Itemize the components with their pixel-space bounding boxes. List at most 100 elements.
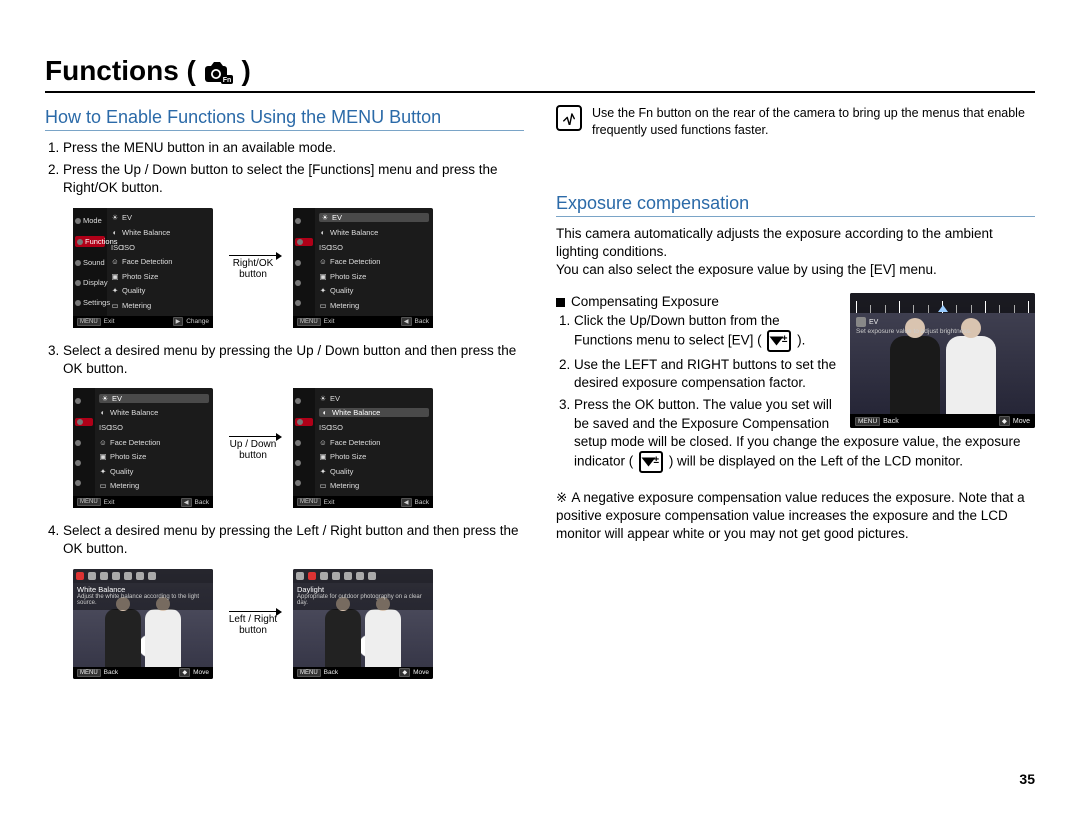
svg-text:Fn: Fn (222, 77, 231, 84)
menu-left-item: Display (75, 278, 105, 287)
menu-right-label: White Balance (332, 408, 380, 417)
menu-right-label: ISO (122, 243, 135, 252)
menu-right-item: ▣Photo Size (111, 272, 209, 281)
menu-dot-icon (295, 398, 301, 404)
arrow-icon (229, 255, 277, 256)
menu-right-label: EV (122, 213, 132, 222)
fn-note-box: Use the Fn button on the rear of the cam… (556, 105, 1035, 139)
step-1: Press the MENU button in an available mo… (63, 139, 524, 157)
left-instruction-list: Press the MENU button in an available mo… (45, 139, 524, 198)
menu-right-glyph-icon: ☺ (99, 438, 107, 447)
menu-right-label: Photo Size (110, 452, 146, 461)
menu-right-item: ◐White Balance (319, 228, 429, 237)
menu-left-item (75, 418, 93, 426)
menu-right-label: Metering (122, 301, 151, 310)
ev-step-1a: Click the Up/Down button from the Functi… (574, 313, 780, 348)
menu-dot-icon (297, 419, 303, 425)
camera-screen-a: ModeFunctionsSoundDisplaySettings ☀EV◐Wh… (73, 208, 213, 328)
menu-right-glyph-icon: ISO (319, 423, 327, 432)
menu-right-label: Face Detection (122, 257, 172, 266)
menu-dot-icon (75, 280, 81, 286)
foot-move-e: Move (413, 669, 429, 676)
menu-right-glyph-icon: ✦ (99, 467, 107, 476)
menu-dot-icon (75, 300, 81, 306)
left-column: How to Enable Functions Using the MENU B… (45, 101, 524, 693)
footer-back-c2: Back (415, 499, 429, 506)
section-heading-right: Exposure compensation (556, 193, 1035, 214)
menu-dot-icon (295, 440, 301, 446)
menu-right-item: ISOISO (99, 423, 209, 432)
menu-right-item: ✦Quality (99, 467, 209, 476)
menu-left-item (75, 398, 93, 404)
menu-right-label: EV (112, 394, 122, 403)
menu-left-item (75, 440, 93, 446)
footer-exit: Exit (104, 318, 115, 325)
menu-dot-icon (295, 218, 301, 224)
ev-step-3b: ) will be displayed on the Left of the L… (669, 454, 963, 469)
screen-e-sub: Appropriate for outdoor photography on a… (297, 594, 429, 606)
menu-right-glyph-icon: ▭ (319, 301, 327, 310)
menu-right-glyph-icon: ISO (111, 243, 119, 252)
menu-right-item: ◐White Balance (99, 408, 209, 417)
menu-right-label: Quality (122, 286, 145, 295)
camera-screen-c: ☀EV◐White BalanceISOISO☺Face Detection▣P… (73, 388, 213, 508)
asterisk-note: ※A negative exposure compensation value … (556, 489, 1035, 544)
menu-left-label: Mode (83, 216, 102, 225)
step-3: Select a desired menu by pressing the Up… (63, 342, 524, 378)
camera-screen-ev: EV Set exposure value to adjust brightne… (850, 293, 1035, 428)
section-underline (45, 130, 524, 131)
arrow-leftright: Left / Right button (223, 611, 283, 636)
menu-right-item: ☀EV (319, 213, 429, 222)
menu-dot-icon (75, 440, 81, 446)
menu-dot-icon (75, 398, 81, 404)
menu-right-item: ☀EV (319, 394, 429, 403)
ev-foot-back: Back (883, 418, 899, 425)
menu-right-glyph-icon: ☀ (319, 394, 327, 403)
menu-right-glyph-icon: ☀ (101, 394, 109, 403)
footer-change: Change (186, 318, 209, 325)
arrow-icon (229, 611, 277, 612)
menu-dot-icon (75, 480, 81, 486)
menu-right-label: ISO (330, 423, 343, 432)
left-instruction-list-2: Select a desired menu by pressing the Up… (45, 342, 524, 378)
ev-label: EV (869, 319, 878, 326)
menu-right-item: ▭Metering (319, 481, 429, 490)
footer-back-b: Back (415, 318, 429, 325)
menu-left-item (295, 460, 313, 466)
menu-right-item: ✦Quality (319, 286, 429, 295)
menu-right-glyph-icon: ▣ (111, 272, 119, 281)
figure-row-1: ModeFunctionsSoundDisplaySettings ☀EV◐Wh… (73, 208, 524, 328)
menu-right-label: Face Detection (330, 257, 380, 266)
menu-right-glyph-icon: ✦ (319, 467, 327, 476)
arrow-icon (229, 436, 277, 437)
menu-right-glyph-icon: ▣ (319, 272, 327, 281)
menu-right-item: ☺Face Detection (319, 438, 429, 447)
page-number: 35 (1019, 771, 1035, 787)
right-column: Use the Fn button on the rear of the cam… (556, 101, 1035, 693)
ev-row-icon (856, 317, 866, 327)
menu-right-label: Metering (330, 481, 359, 490)
arrow-updown: Up / Down button (223, 436, 283, 461)
camera-screen-e: Daylight Appropriate for outdoor photogr… (293, 569, 433, 679)
menu-right-label: White Balance (110, 408, 158, 417)
menu-left-item (295, 238, 313, 246)
menu-dot-icon (295, 460, 301, 466)
two-column-layout: How to Enable Functions Using the MENU B… (45, 101, 1035, 693)
menu-right-glyph-icon: ✦ (111, 286, 119, 295)
menu-right-item: ▭Metering (99, 481, 209, 490)
menu-right-item: ISOISO (319, 243, 429, 252)
menu-right-label: Quality (330, 286, 353, 295)
chapter-title-text: Functions ( (45, 55, 196, 86)
menu-left-item (295, 300, 313, 306)
square-bullet-icon (556, 298, 565, 307)
menu-right-glyph-icon: ISO (319, 243, 327, 252)
menu-right-label: Quality (110, 467, 133, 476)
menu-right-item: ▭Metering (111, 301, 209, 310)
menu-right-glyph-icon: ISO (99, 423, 107, 432)
screen-e-title: Daylight (297, 585, 429, 594)
menu-left-label: Sound (83, 258, 105, 267)
menu-left-item: Settings (75, 298, 105, 307)
menu-left-item (75, 460, 93, 466)
footer-exit-c2: Exit (324, 499, 335, 506)
figure-row-2: ☀EV◐White BalanceISOISO☺Face Detection▣P… (73, 388, 524, 508)
